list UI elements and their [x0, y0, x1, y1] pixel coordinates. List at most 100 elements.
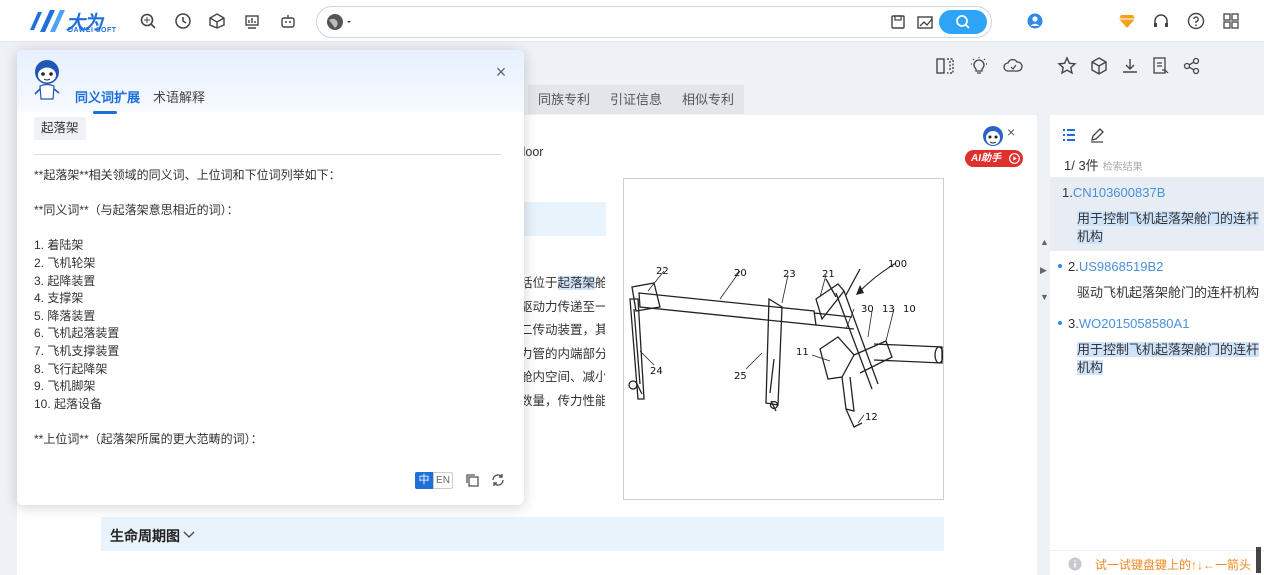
body-line: 7. 飞机支撑装置	[34, 343, 120, 358]
ai-mascot-icon	[983, 126, 1003, 146]
body-line: **上位词**（起落架所属的更大范畴的词）：	[34, 431, 263, 446]
body-line: 10. 起落设备	[34, 396, 103, 411]
result-id-3[interactable]: 3.WO2015058580A1	[1068, 316, 1189, 331]
bullet-dot-icon	[1058, 264, 1062, 268]
logo-subtext: DAWEI SOFT	[68, 27, 117, 34]
patent-figure[interactable]: 22 20 23 21 100 30 13 10 11 24 25 12	[623, 178, 944, 500]
lifecycle-label: 生命周期图	[110, 528, 180, 544]
result-title-1[interactable]: 用于控制飞机起落架舱门的连杆机构	[1077, 210, 1260, 246]
label-30: 30	[861, 304, 874, 315]
ai-helper-close-icon[interactable]: ×	[1007, 124, 1015, 140]
close-icon[interactable]: ×	[493, 63, 509, 81]
refresh-icon[interactable]	[490, 472, 506, 488]
user-icon[interactable]	[1026, 12, 1044, 30]
body-line: 2. 飞机轮架	[34, 255, 96, 270]
chevron-down-icon	[183, 531, 195, 538]
lang-zh-toggle[interactable]: 中	[415, 472, 433, 489]
search-icon	[956, 15, 970, 29]
label-13: 13	[882, 304, 895, 315]
tab-synonym-expansion[interactable]: 同义词扩展	[75, 87, 140, 114]
search-button[interactable]	[939, 10, 987, 34]
globe-dropdown-icon[interactable]	[325, 11, 353, 33]
collapse-down-icon[interactable]: ▼	[1040, 292, 1049, 302]
robot-icon[interactable]	[279, 12, 297, 30]
body-line: 6. 飞机起落装置	[34, 326, 120, 341]
scrollbar-thumb[interactable]	[1256, 547, 1261, 573]
save-icon[interactable]	[890, 13, 906, 34]
label-25: 25	[734, 371, 747, 382]
result-title-3[interactable]: 用于控制飞机起落架舱门的连杆机构	[1077, 341, 1260, 377]
body-blank	[34, 413, 504, 431]
divider	[34, 154, 501, 155]
clock-icon[interactable]	[174, 12, 192, 30]
play-circle-icon	[1009, 153, 1020, 164]
result-title-2[interactable]: 驱动飞机起落架舱门的连杆机构	[1077, 284, 1259, 302]
body-blank	[34, 220, 504, 238]
synonym-popup: 同义词扩展 术语解释 × 起落架 **起落架**相关领域的同义词、上位词和下位词…	[17, 50, 524, 505]
headset-icon[interactable]	[1152, 12, 1170, 30]
abstract-text: 括位于起落架舱 驱动力传递至一 二传动装置，其 力管的内端部分 舱内空间、减小 …	[520, 276, 605, 408]
ai-helper-badge[interactable]: AI助手	[965, 150, 1023, 167]
star-icon[interactable]	[1057, 56, 1077, 76]
cube-icon[interactable]	[208, 12, 226, 30]
popup-body: **起落架**相关领域的同义词、上位词和下位词列举如下： **同义词**（与起落…	[34, 167, 504, 449]
search-bar	[316, 6, 992, 38]
label-20: 20	[734, 268, 747, 279]
image-search-icon[interactable]	[916, 13, 934, 34]
keyword-chip[interactable]: 起落架	[34, 117, 86, 140]
assistant-mascot-icon	[34, 60, 60, 100]
label-11: 11	[796, 347, 809, 358]
label-21: 21	[822, 269, 835, 280]
result-item-2[interactable]: 2.US9868519B2 驱动飞机起落架舱门的连杆机构	[1050, 255, 1264, 305]
export-icon[interactable]	[1150, 56, 1170, 76]
body-line: 4. 支撑架	[34, 291, 84, 306]
body-line: **起落架**相关领域的同义词、上位词和下位词列举如下：	[34, 168, 341, 182]
body-blank	[34, 185, 504, 203]
list-view-icon[interactable]	[1062, 128, 1076, 145]
bulb-icon[interactable]	[969, 56, 989, 76]
cloud-icon[interactable]	[1003, 56, 1023, 76]
expand-right-icon[interactable]: ▶	[1040, 265, 1047, 276]
body-line: 3. 起降装置	[34, 273, 96, 288]
search-results-panel: 1/ 3件 检索结果 1.CN103600837B 用于控制飞机起落架舱门的连杆机…	[1050, 115, 1264, 575]
search-input[interactable]	[357, 13, 877, 33]
result-item-1[interactable]: 1.CN103600837B 用于控制飞机起落架舱门的连杆机构	[1050, 177, 1264, 251]
bullet-dot-icon	[1058, 321, 1062, 325]
body-line: 5. 降落装置	[34, 308, 96, 323]
label-24: 24	[650, 366, 663, 377]
popup-footer: 中 EN	[17, 460, 524, 505]
result-item-3[interactable]: 3.WO2015058580A1 用于控制飞机起落架舱门的连杆机构	[1050, 312, 1264, 376]
chart-icon[interactable]	[243, 12, 261, 30]
result-id-2[interactable]: 2.US9868519B2	[1068, 259, 1163, 274]
top-bar: 大为 DAWEI SOFT	[0, 0, 1264, 42]
tab-citations[interactable]: 引证信息	[600, 85, 673, 114]
body-line: 1. 着陆架	[34, 238, 84, 253]
tab-family-patents[interactable]: 同族专利	[528, 85, 601, 114]
keyboard-hint-text: 试一试键盘键上的↑↓←一箭头	[1095, 558, 1252, 572]
label-10: 10	[903, 304, 916, 315]
body-line: 8. 飞行起降架	[34, 361, 108, 376]
linkage-drawing: 22 20 23 21 100 30 13 10 11 24 25 12	[628, 259, 944, 428]
cube-3d-icon[interactable]	[1089, 56, 1109, 76]
lang-en-toggle[interactable]: EN	[433, 472, 453, 489]
label-100: 100	[888, 259, 907, 270]
download-icon[interactable]	[1120, 56, 1140, 76]
result-id-1[interactable]: 1.CN103600837B	[1062, 185, 1165, 200]
split-view-icon[interactable]	[935, 56, 955, 76]
tab-similar-patents[interactable]: 相似专利	[672, 85, 745, 114]
lifecycle-section[interactable]: 生命周期图	[101, 517, 944, 551]
share-icon[interactable]	[1182, 56, 1202, 76]
ai-helper-label: AI助手	[971, 153, 1001, 164]
tab-term-explanation[interactable]: 术语解释	[153, 87, 205, 106]
collapse-up-icon[interactable]: ▲	[1040, 237, 1049, 247]
copy-icon[interactable]	[464, 472, 480, 488]
search-history-icon[interactable]	[139, 12, 157, 30]
help-icon[interactable]	[1187, 12, 1205, 30]
body-line: **同义词**（与起落架意思相近的词）：	[34, 203, 239, 218]
info-icon	[1068, 557, 1082, 571]
body-line: 9. 飞机脚架	[34, 379, 96, 394]
grid-icon[interactable]	[1222, 12, 1240, 30]
label-22: 22	[656, 266, 669, 277]
edit-icon[interactable]	[1089, 127, 1105, 146]
vip-diamond-icon[interactable]	[1118, 12, 1136, 30]
